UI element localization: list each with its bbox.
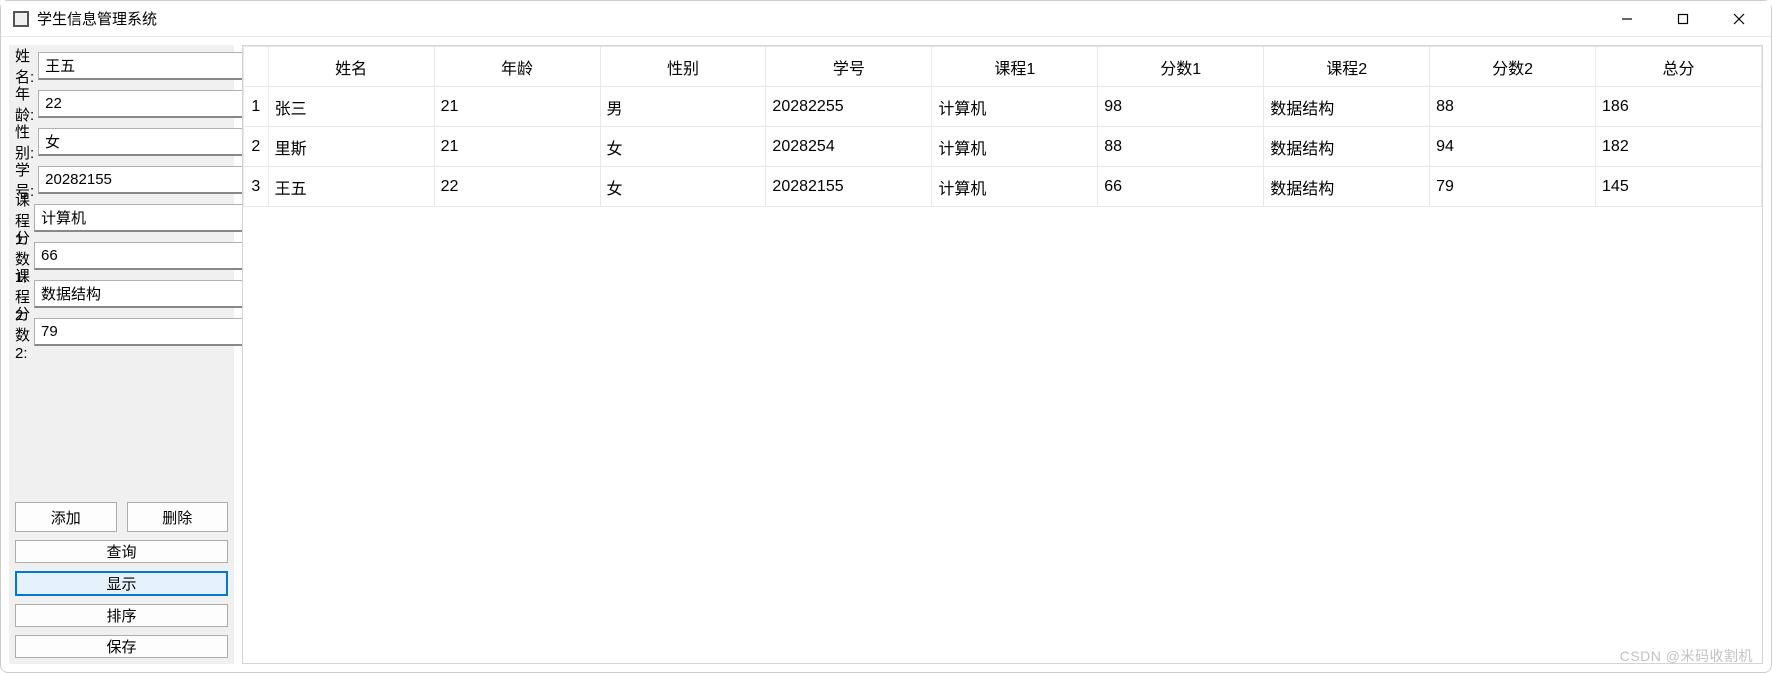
cell[interactable]: 79	[1430, 167, 1596, 207]
field-course2: 课程2:	[15, 279, 228, 309]
cell[interactable]: 20282155	[766, 167, 932, 207]
cell[interactable]: 20282255	[766, 87, 932, 127]
cell[interactable]: 88	[1430, 87, 1596, 127]
cell[interactable]: 数据结构	[1264, 167, 1430, 207]
input-course1[interactable]	[34, 204, 247, 232]
save-button[interactable]: 保存	[15, 635, 228, 658]
col-header[interactable]: 课程2	[1264, 47, 1430, 87]
field-gender: 性别:	[15, 127, 228, 157]
button-group: 添加 删除 查询 显示 排序 保存	[15, 502, 228, 658]
col-header[interactable]: 姓名	[268, 47, 434, 87]
titlebar: 学生信息管理系统	[1, 1, 1771, 37]
cell[interactable]: 女	[600, 167, 766, 207]
row-number[interactable]: 3	[244, 167, 269, 207]
table-row[interactable]: 3 王五 22 女 20282155 计算机 66 数据结构 79 145	[244, 167, 1762, 207]
app-icon	[13, 11, 29, 27]
cell[interactable]: 张三	[268, 87, 434, 127]
cell[interactable]: 88	[1098, 127, 1264, 167]
sort-button[interactable]: 排序	[15, 604, 228, 627]
col-header[interactable]: 年龄	[434, 47, 600, 87]
cell[interactable]: 计算机	[932, 87, 1098, 127]
cell[interactable]: 145	[1596, 167, 1762, 207]
input-course2[interactable]	[34, 280, 247, 308]
maximize-button[interactable]	[1655, 2, 1711, 36]
field-student-id: 学号:	[15, 165, 228, 195]
cell[interactable]: 男	[600, 87, 766, 127]
field-course1: 课程1:	[15, 203, 228, 233]
form-fields: 姓名: 年龄: 性别: 学号: 课程1:	[15, 51, 228, 355]
field-age: 年龄:	[15, 89, 228, 119]
student-table: 姓名 年龄 性别 学号 课程1 分数1 课程2 分数2 总分 1 张三	[243, 46, 1762, 207]
row-number[interactable]: 1	[244, 87, 269, 127]
field-score1: 分数1:	[15, 241, 228, 271]
cell[interactable]: 182	[1596, 127, 1762, 167]
maximize-icon	[1677, 13, 1689, 25]
window-title: 学生信息管理系统	[37, 8, 157, 29]
app-window: 学生信息管理系统 姓名: 年龄: 性别:	[0, 0, 1772, 673]
cell[interactable]: 女	[600, 127, 766, 167]
sidebar-panel: 姓名: 年龄: 性别: 学号: 课程1:	[9, 45, 234, 664]
cell[interactable]: 2028254	[766, 127, 932, 167]
minimize-icon	[1621, 13, 1633, 25]
input-score1[interactable]	[34, 242, 247, 270]
col-header[interactable]: 总分	[1596, 47, 1762, 87]
query-button[interactable]: 查询	[15, 540, 228, 563]
col-header[interactable]: 性别	[600, 47, 766, 87]
label-age: 年龄:	[15, 83, 38, 125]
cell[interactable]: 98	[1098, 87, 1264, 127]
cell[interactable]: 计算机	[932, 167, 1098, 207]
input-gender[interactable]	[38, 128, 251, 156]
label-score2: 分数2:	[15, 303, 34, 362]
table-row[interactable]: 1 张三 21 男 20282255 计算机 98 数据结构 88 186	[244, 87, 1762, 127]
cell[interactable]: 王五	[268, 167, 434, 207]
close-icon	[1733, 13, 1745, 25]
input-name[interactable]	[38, 52, 251, 80]
field-score2: 分数2:	[15, 317, 228, 347]
close-button[interactable]	[1711, 2, 1767, 36]
field-name: 姓名:	[15, 51, 228, 81]
cell[interactable]: 66	[1098, 167, 1264, 207]
delete-button[interactable]: 删除	[127, 502, 229, 532]
cell[interactable]: 21	[434, 127, 600, 167]
col-header[interactable]: 课程1	[932, 47, 1098, 87]
cell[interactable]: 里斯	[268, 127, 434, 167]
cell[interactable]: 22	[434, 167, 600, 207]
table-row[interactable]: 2 里斯 21 女 2028254 计算机 88 数据结构 94 182	[244, 127, 1762, 167]
cell[interactable]: 数据结构	[1264, 127, 1430, 167]
cell[interactable]: 数据结构	[1264, 87, 1430, 127]
corner-cell	[244, 47, 269, 87]
col-header[interactable]: 学号	[766, 47, 932, 87]
col-header[interactable]: 分数2	[1430, 47, 1596, 87]
cell[interactable]: 186	[1596, 87, 1762, 127]
cell[interactable]: 计算机	[932, 127, 1098, 167]
input-student-id[interactable]	[38, 166, 251, 194]
input-score2[interactable]	[34, 318, 247, 346]
label-name: 姓名:	[15, 45, 38, 87]
input-age[interactable]	[38, 90, 251, 118]
cell[interactable]: 21	[434, 87, 600, 127]
table-area[interactable]: 姓名 年龄 性别 学号 课程1 分数1 课程2 分数2 总分 1 张三	[242, 45, 1763, 664]
row-number[interactable]: 2	[244, 127, 269, 167]
label-gender: 性别:	[15, 121, 38, 163]
add-button[interactable]: 添加	[15, 502, 117, 532]
content-area: 姓名: 年龄: 性别: 学号: 课程1:	[1, 37, 1771, 672]
cell[interactable]: 94	[1430, 127, 1596, 167]
col-header[interactable]: 分数1	[1098, 47, 1264, 87]
table-header-row: 姓名 年龄 性别 学号 课程1 分数1 课程2 分数2 总分	[244, 47, 1762, 87]
minimize-button[interactable]	[1599, 2, 1655, 36]
display-button[interactable]: 显示	[15, 571, 228, 596]
